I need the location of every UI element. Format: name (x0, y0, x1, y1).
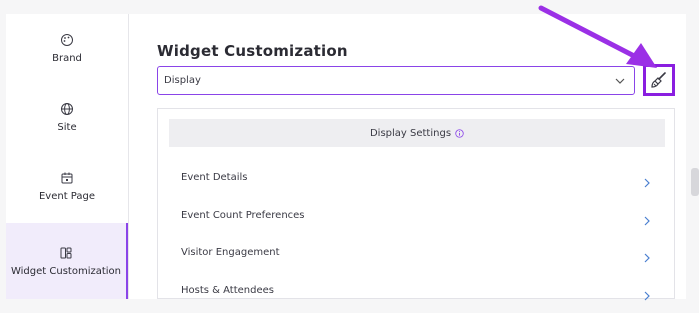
scrollbar-thumb[interactable] (691, 168, 699, 196)
display-settings-panel: Display Settings Event Details Event Cou… (157, 108, 675, 301)
sidebar-item-event-page[interactable]: Event Page (6, 152, 128, 220)
palette-icon (61, 33, 73, 46)
sidebar-item-site[interactable]: Site (6, 83, 128, 151)
select-value: Display (164, 75, 201, 86)
settings-row-event-details[interactable]: Event Details (169, 164, 665, 200)
settings-row-hosts-attendees[interactable]: Hosts & Attendees (169, 277, 665, 313)
chevron-down-icon (615, 78, 625, 84)
chevron-right-icon (644, 216, 650, 226)
sidebar: Brand Site Event Page Widget Customizati… (6, 14, 129, 299)
sidebar-item-label: Widget Customization (10, 265, 121, 277)
row-label: Hosts & Attendees (181, 285, 274, 296)
row-label: Event Count Preferences (181, 210, 305, 221)
sidebar-item-widget-customization[interactable]: Widget Customization (6, 223, 128, 299)
chevron-right-icon (644, 178, 650, 188)
panel-heading: Display Settings (169, 119, 665, 147)
paint-brush-button[interactable] (643, 64, 675, 96)
row-label: Event Details (181, 172, 248, 183)
settings-row-event-count-preferences[interactable]: Event Count Preferences (169, 202, 665, 238)
main-content: Widget Customization Display Display Set… (129, 14, 686, 301)
layout-icon (60, 247, 72, 258)
chevron-right-icon (644, 253, 650, 263)
info-icon[interactable] (455, 128, 464, 138)
sidebar-item-label: Site (57, 121, 77, 133)
sidebar-item-label: Brand (52, 52, 82, 64)
chevron-right-icon (644, 291, 650, 301)
calendar-icon (61, 172, 73, 183)
sidebar-item-brand[interactable]: Brand (6, 14, 128, 82)
settings-row-visitor-engagement[interactable]: Visitor Engagement (169, 239, 665, 275)
panel-heading-text: Display Settings (369, 127, 452, 139)
globe-icon (61, 102, 73, 115)
row-label: Visitor Engagement (181, 247, 280, 258)
display-select[interactable]: Display (157, 66, 635, 95)
paint-brush-icon (651, 72, 666, 88)
page-title: Widget Customization (157, 42, 348, 60)
sidebar-item-label: Event Page (38, 190, 96, 202)
